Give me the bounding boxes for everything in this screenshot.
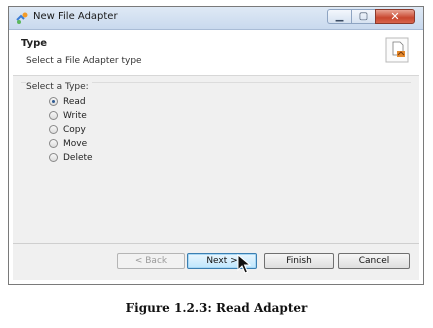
window-controls: ▁ ▢ ✕ [327,9,415,25]
figure-caption: Figure 1.2.3: Read Adapter [125,301,308,315]
maximize-button[interactable]: ▢ [351,9,375,24]
radio-label: Copy [63,124,86,135]
minimize-button[interactable]: ▁ [327,9,351,24]
back-button[interactable]: < Back [117,253,185,269]
radio-label: Delete [63,152,93,163]
finish-button[interactable]: Finish [264,253,334,269]
type-group: Select a Type: Read Write Copy Move Dele… [21,82,411,237]
radio-button[interactable] [49,153,58,162]
radio-button[interactable] [49,111,58,120]
page-title: Type [21,38,48,49]
close-button[interactable]: ✕ [375,9,415,24]
radio-label: Move [63,138,88,149]
window-title: New File Adapter [33,11,118,22]
wizard-body: Select a Type: Read Write Copy Move Dele… [13,76,419,244]
maximize-icon: ▢ [358,11,369,22]
screenshot-frame: New File Adapter ▁ ▢ ✕ Type Select a Fil… [8,6,424,285]
radio-label: Read [63,96,86,107]
radio-button[interactable] [49,125,58,134]
radio-delete[interactable]: Delete [49,151,93,164]
wizard-header: Type Select a File Adapter type [13,31,419,76]
radio-read[interactable]: Read [49,95,86,108]
radio-move[interactable]: Move [49,137,87,150]
close-icon: ✕ [390,10,400,23]
button-bar: < Back Next > Finish Cancel [13,244,419,280]
page-description: Select a File Adapter type [26,56,142,66]
title-bar: New File Adapter ▁ ▢ ✕ [9,7,423,30]
file-adapter-icon [385,37,409,63]
radio-button[interactable] [49,139,58,148]
radio-label: Write [63,110,87,121]
type-group-label: Select a Type: [26,82,92,92]
radio-button[interactable] [49,97,58,106]
radio-copy[interactable]: Copy [49,123,86,136]
mouse-pointer-icon [237,254,251,274]
radio-write[interactable]: Write [49,109,87,122]
cancel-button[interactable]: Cancel [338,253,410,269]
minimize-icon: ▁ [335,11,344,22]
app-icon [16,12,28,24]
